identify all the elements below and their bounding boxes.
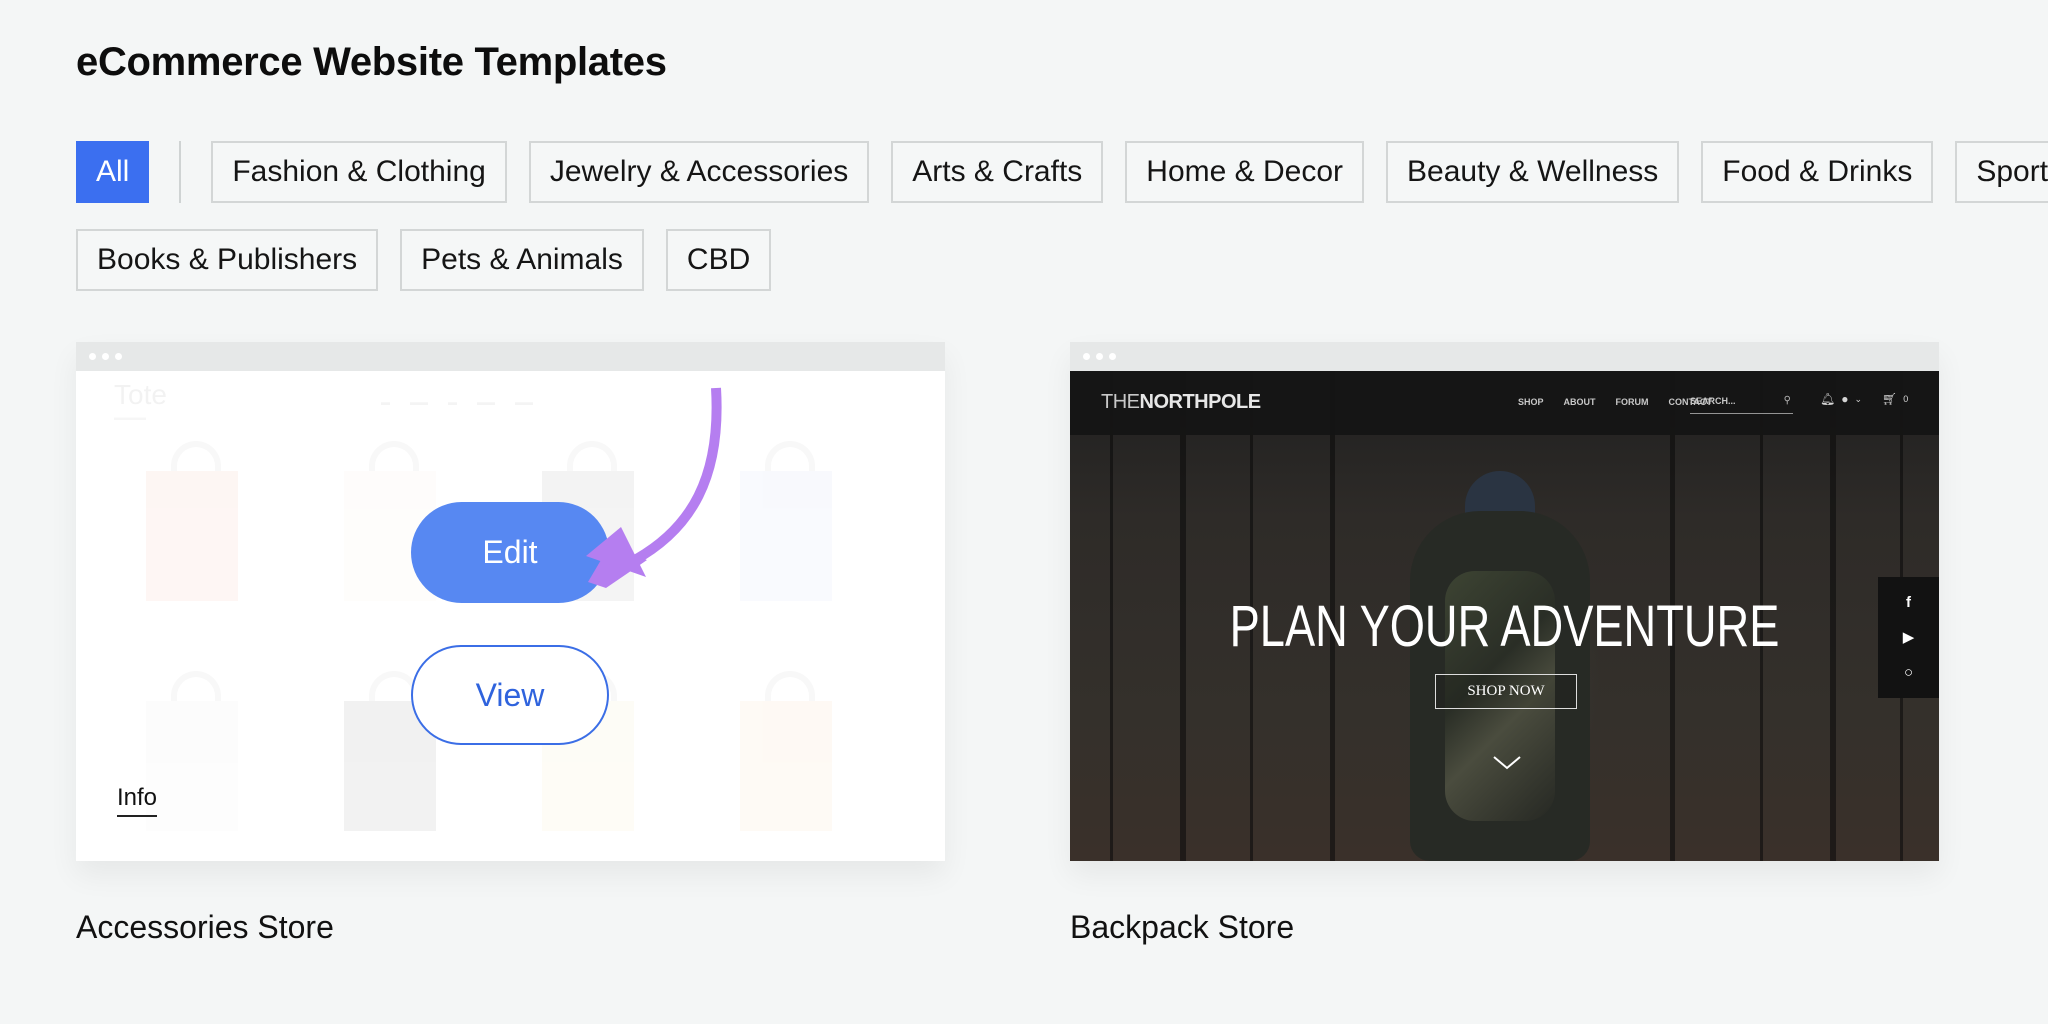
- hero-title: PLAN YOUR ADVENTURE: [1229, 594, 1780, 659]
- filter-beauty-wellness[interactable]: Beauty & Wellness: [1386, 141, 1680, 203]
- template-name[interactable]: Accessories Store: [76, 909, 945, 946]
- filter-sports[interactable]: Sports &: [1955, 141, 2048, 203]
- logo-bold: NORTHPOLE: [1139, 391, 1262, 413]
- nav-about[interactable]: ABOUT: [1564, 397, 1596, 407]
- info-link[interactable]: Info: [117, 784, 158, 817]
- template-card-accessories-store: Tote ▬▬▬▬ ▬▬▬▬▬▬▬▬ Edit View Info: [76, 342, 945, 946]
- nav-shop[interactable]: SHOP: [1518, 397, 1544, 407]
- filter-home-decor[interactable]: Home & Decor: [1125, 141, 1365, 203]
- northpole-site-preview: THENORTHPOLE SHOP ABOUT FORUM CONTACT SE…: [1070, 371, 1939, 861]
- site-search-input[interactable]: SEARCH... ⚲: [1690, 395, 1793, 414]
- browser-bar: [1070, 342, 1939, 371]
- social-bar: f ▶ ○: [1878, 577, 1939, 698]
- browser-dot: [1083, 353, 1090, 360]
- filter-cbd[interactable]: CBD: [665, 229, 772, 291]
- filter-row-2: Books & Publishers Pets & Animals CBD: [76, 229, 2048, 291]
- cart-count: 0: [1903, 394, 1909, 404]
- search-icon: ⚲: [1783, 395, 1791, 406]
- site-header: THENORTHPOLE SHOP ABOUT FORUM CONTACT SE…: [1070, 371, 1939, 435]
- filter-row-1: All Fashion & Clothing Jewelry & Accesso…: [76, 141, 2048, 203]
- filter-books-publishers[interactable]: Books & Publishers: [76, 229, 379, 291]
- instagram-icon[interactable]: ○: [1904, 664, 1913, 681]
- browser-dot: [102, 353, 109, 360]
- browser-dot: [1096, 353, 1103, 360]
- user-avatar-icon[interactable]: ●: [1841, 392, 1848, 406]
- filter-food-drinks[interactable]: Food & Drinks: [1701, 141, 1934, 203]
- template-card-backpack-store: THENORTHPOLE SHOP ABOUT FORUM CONTACT SE…: [1070, 342, 1939, 946]
- scroll-down-chevron-icon[interactable]: [1492, 754, 1522, 772]
- nav-forum[interactable]: FORUM: [1616, 397, 1649, 407]
- category-filters: All Fashion & Clothing Jewelry & Accesso…: [76, 141, 2048, 317]
- hover-overlay: [76, 371, 945, 861]
- site-logo: THENORTHPOLE: [1101, 391, 1261, 414]
- page-title: eCommerce Website Templates: [76, 40, 667, 84]
- browser-dot: [115, 353, 122, 360]
- facebook-icon[interactable]: f: [1906, 594, 1911, 611]
- header-icons: 🔔︎ ● ⌄ 🛒︎ 0: [1820, 392, 1908, 406]
- bell-icon[interactable]: 🔔︎: [1820, 392, 1835, 406]
- browser-dot: [1109, 353, 1116, 360]
- search-placeholder: SEARCH...: [1690, 396, 1736, 406]
- chevron-down-icon[interactable]: ⌄: [1854, 394, 1862, 405]
- browser-bar: [76, 342, 945, 371]
- browser-dot: [89, 353, 96, 360]
- site-nav: SHOP ABOUT FORUM CONTACT: [1518, 397, 1712, 407]
- youtube-icon[interactable]: ▶: [1903, 628, 1915, 646]
- logo-thin: THE: [1101, 391, 1140, 413]
- filter-pets-animals[interactable]: Pets & Animals: [400, 229, 644, 291]
- filter-divider: [179, 141, 182, 203]
- filter-fashion-clothing[interactable]: Fashion & Clothing: [211, 141, 507, 203]
- shop-now-button[interactable]: SHOP NOW: [1435, 674, 1577, 709]
- filter-arts-crafts[interactable]: Arts & Crafts: [891, 141, 1104, 203]
- edit-button[interactable]: Edit: [411, 502, 609, 603]
- template-preview[interactable]: THENORTHPOLE SHOP ABOUT FORUM CONTACT SE…: [1070, 342, 1939, 861]
- filter-jewelry-accessories[interactable]: Jewelry & Accessories: [528, 141, 870, 203]
- cart-icon[interactable]: 🛒︎: [1882, 392, 1897, 406]
- template-name[interactable]: Backpack Store: [1070, 909, 1939, 946]
- tree-trunk: [1110, 371, 1113, 861]
- filter-all[interactable]: All: [76, 141, 150, 203]
- template-preview[interactable]: Tote ▬▬▬▬ ▬▬▬▬▬▬▬▬ Edit View Info: [76, 342, 945, 861]
- view-button[interactable]: View: [411, 645, 609, 745]
